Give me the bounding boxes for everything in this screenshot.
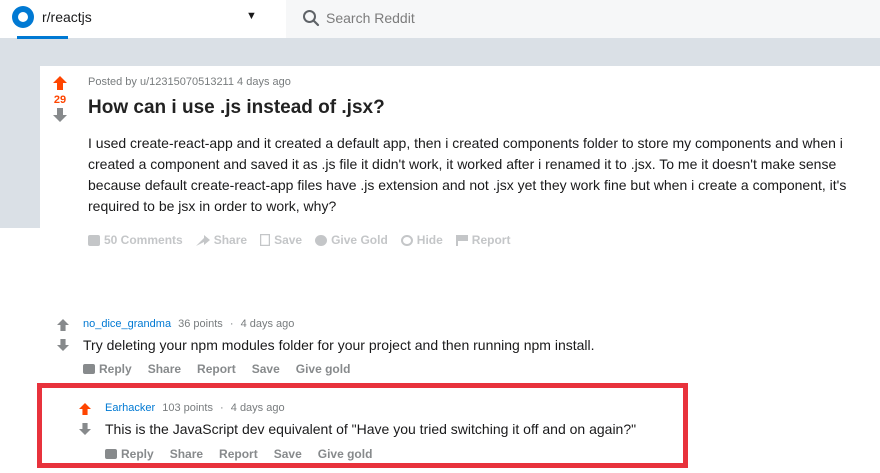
give-gold-button[interactable]: Give Gold bbox=[315, 233, 388, 247]
comment-body: Try deleting your npm modules folder for… bbox=[83, 337, 595, 353]
chat-icon bbox=[83, 364, 95, 374]
search-input[interactable] bbox=[326, 6, 826, 30]
post-body: I used create-react-app and it created a… bbox=[88, 135, 847, 214]
bookmark-icon bbox=[260, 234, 271, 246]
share-icon bbox=[195, 234, 210, 246]
vote-count: 29 bbox=[53, 94, 67, 106]
save-button[interactable]: Save bbox=[260, 233, 302, 247]
subreddit-icon bbox=[12, 6, 34, 28]
upvote-icon[interactable] bbox=[57, 319, 69, 331]
reply-button[interactable]: Reply bbox=[83, 362, 132, 376]
flag-icon bbox=[455, 234, 468, 246]
post-vote-column: 29 bbox=[40, 76, 80, 122]
comment-author[interactable]: no_dice_grandma bbox=[83, 318, 171, 330]
hide-icon bbox=[400, 234, 413, 246]
community-dropdown[interactable]: r/reactjs ▼ bbox=[0, 0, 270, 39]
chevron-down-icon: ▼ bbox=[246, 10, 257, 22]
meta-separator: · bbox=[229, 318, 234, 330]
share-button[interactable]: Share bbox=[195, 233, 247, 247]
comment-vote-column bbox=[43, 319, 83, 351]
community-name: r/reactjs bbox=[42, 9, 92, 25]
post-title[interactable]: How can i use .js instead of .jsx? bbox=[88, 97, 385, 119]
comments-button[interactable]: 50 Comments bbox=[88, 233, 183, 247]
comments-left-strip bbox=[0, 228, 40, 473]
comment-time: 4 days ago bbox=[240, 318, 295, 330]
highlight-box bbox=[37, 383, 688, 468]
comment-actions: Reply Share Report Save Give gold bbox=[83, 362, 350, 376]
post-actions: 50 Comments Share Save Give Gold Hide Re… bbox=[88, 233, 510, 247]
search-icon bbox=[303, 10, 320, 27]
active-underline bbox=[17, 36, 68, 39]
report-button[interactable]: Report bbox=[197, 362, 236, 376]
give-gold-button[interactable]: Give gold bbox=[296, 362, 351, 376]
comment-points: 36 points bbox=[178, 318, 223, 330]
comment-meta: no_dice_grandma 36 points · 4 days ago bbox=[83, 318, 294, 330]
downvote-icon[interactable] bbox=[53, 108, 67, 122]
report-button[interactable]: Report bbox=[455, 233, 510, 247]
downvote-icon[interactable] bbox=[57, 339, 69, 351]
save-button[interactable]: Save bbox=[252, 362, 280, 376]
post-meta: Posted by u/12315070513211 4 days ago bbox=[88, 76, 291, 88]
gold-icon bbox=[315, 234, 328, 246]
share-button[interactable]: Share bbox=[148, 362, 181, 376]
comment-icon bbox=[88, 234, 100, 246]
top-header: r/reactjs ▼ bbox=[0, 0, 880, 39]
hide-button[interactable]: Hide bbox=[400, 233, 443, 247]
upvote-icon[interactable] bbox=[53, 76, 67, 90]
search-bar[interactable] bbox=[286, 0, 880, 38]
